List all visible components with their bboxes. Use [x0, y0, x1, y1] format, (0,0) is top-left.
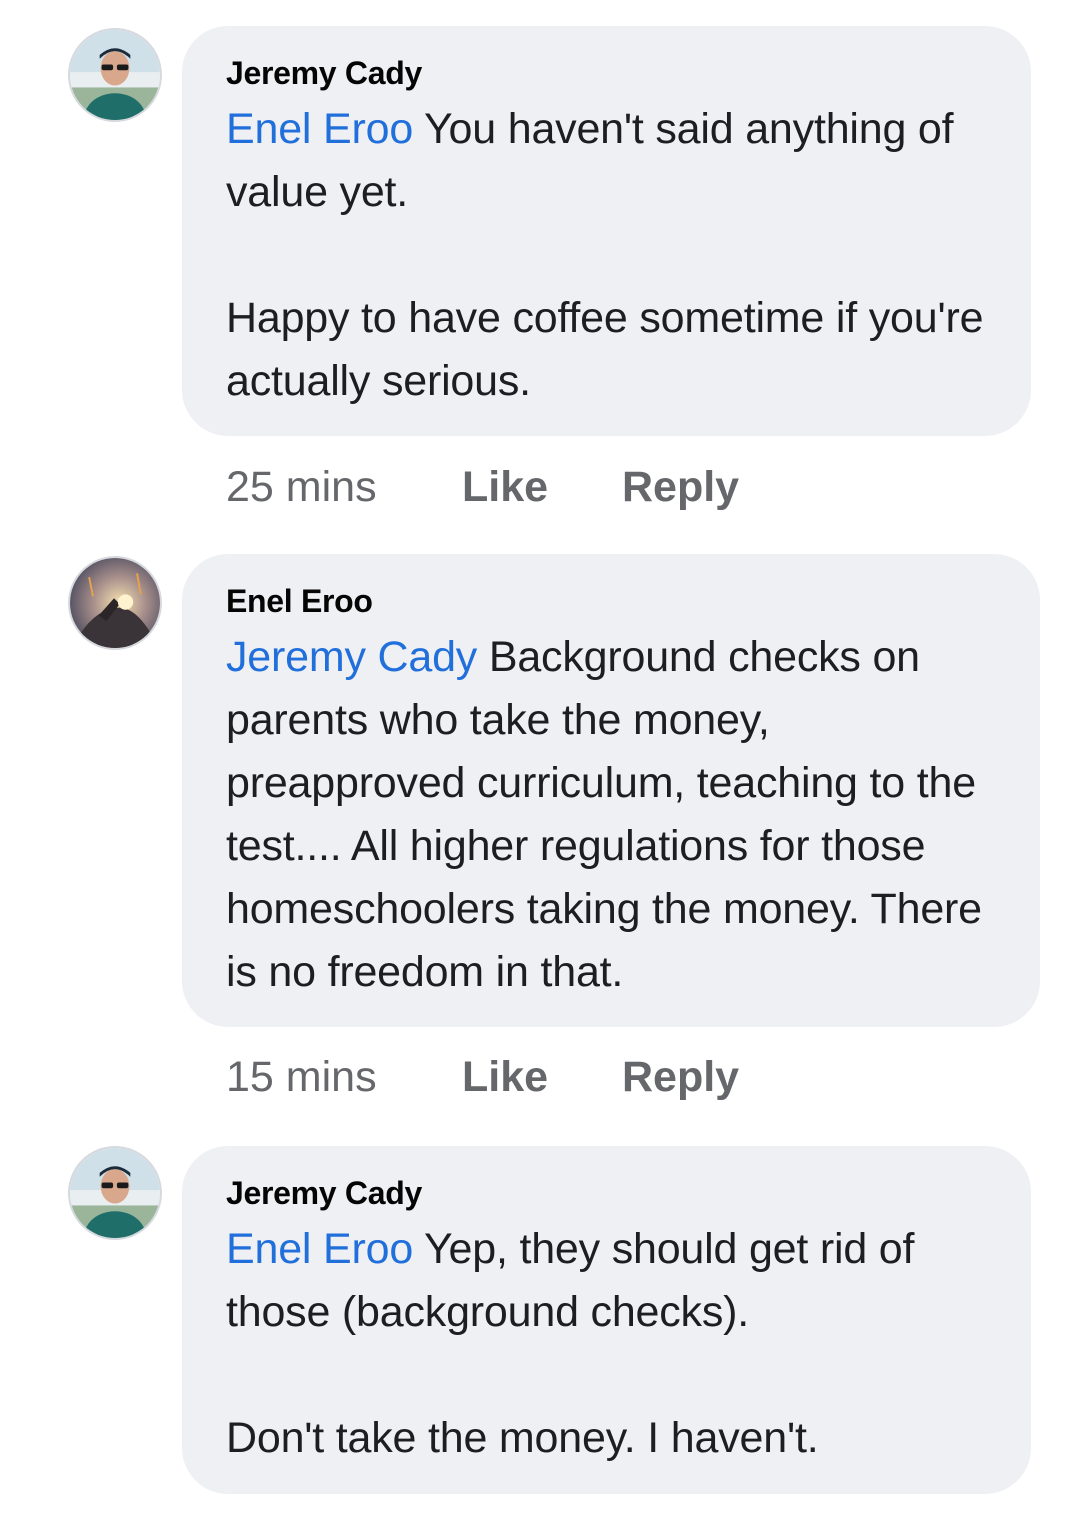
reply-button[interactable]: Reply: [622, 462, 739, 512]
comment-body: Background checks on parents who take th…: [226, 633, 982, 996]
man-with-sunglasses-icon: [70, 30, 160, 120]
comment-text: Jeremy Cady Background checks on parents…: [226, 626, 1000, 1004]
comment-bubble: Enel Eroo Jeremy Cady Background checks …: [182, 554, 1040, 1027]
like-button[interactable]: Like: [462, 1052, 622, 1102]
avatar-jeremy-cady[interactable]: [68, 1146, 162, 1240]
comment-actions: 15 mins Like Reply: [226, 1052, 739, 1102]
comment-bubble: Jeremy Cady Enel Eroo You haven't said a…: [182, 26, 1031, 436]
comment-author[interactable]: Jeremy Cady: [226, 1174, 991, 1212]
mention-link[interactable]: Jeremy Cady: [226, 633, 477, 681]
mention-link[interactable]: Enel Eroo: [226, 105, 413, 153]
reply-button[interactable]: Reply: [622, 1052, 739, 1102]
comment-author[interactable]: Jeremy Cady: [226, 54, 991, 92]
comment-timestamp[interactable]: 25 mins: [226, 462, 462, 512]
comment-bubble: Jeremy Cady Enel Eroo Yep, they should g…: [182, 1146, 1031, 1494]
like-button[interactable]: Like: [462, 462, 622, 512]
avatar-jeremy-cady[interactable]: [68, 28, 162, 122]
fantasy-scene-icon: [70, 558, 160, 648]
comment-actions: 25 mins Like Reply: [226, 462, 739, 512]
mention-link[interactable]: Enel Eroo: [226, 1225, 413, 1273]
avatar-enel-eroo[interactable]: [68, 556, 162, 650]
comment-author[interactable]: Enel Eroo: [226, 582, 1000, 620]
man-with-sunglasses-icon: [70, 1148, 160, 1238]
comment-text: Enel Eroo You haven't said anything of v…: [226, 98, 991, 413]
comment-text: Enel Eroo Yep, they should get rid of th…: [226, 1218, 991, 1470]
comment-timestamp[interactable]: 15 mins: [226, 1052, 462, 1102]
